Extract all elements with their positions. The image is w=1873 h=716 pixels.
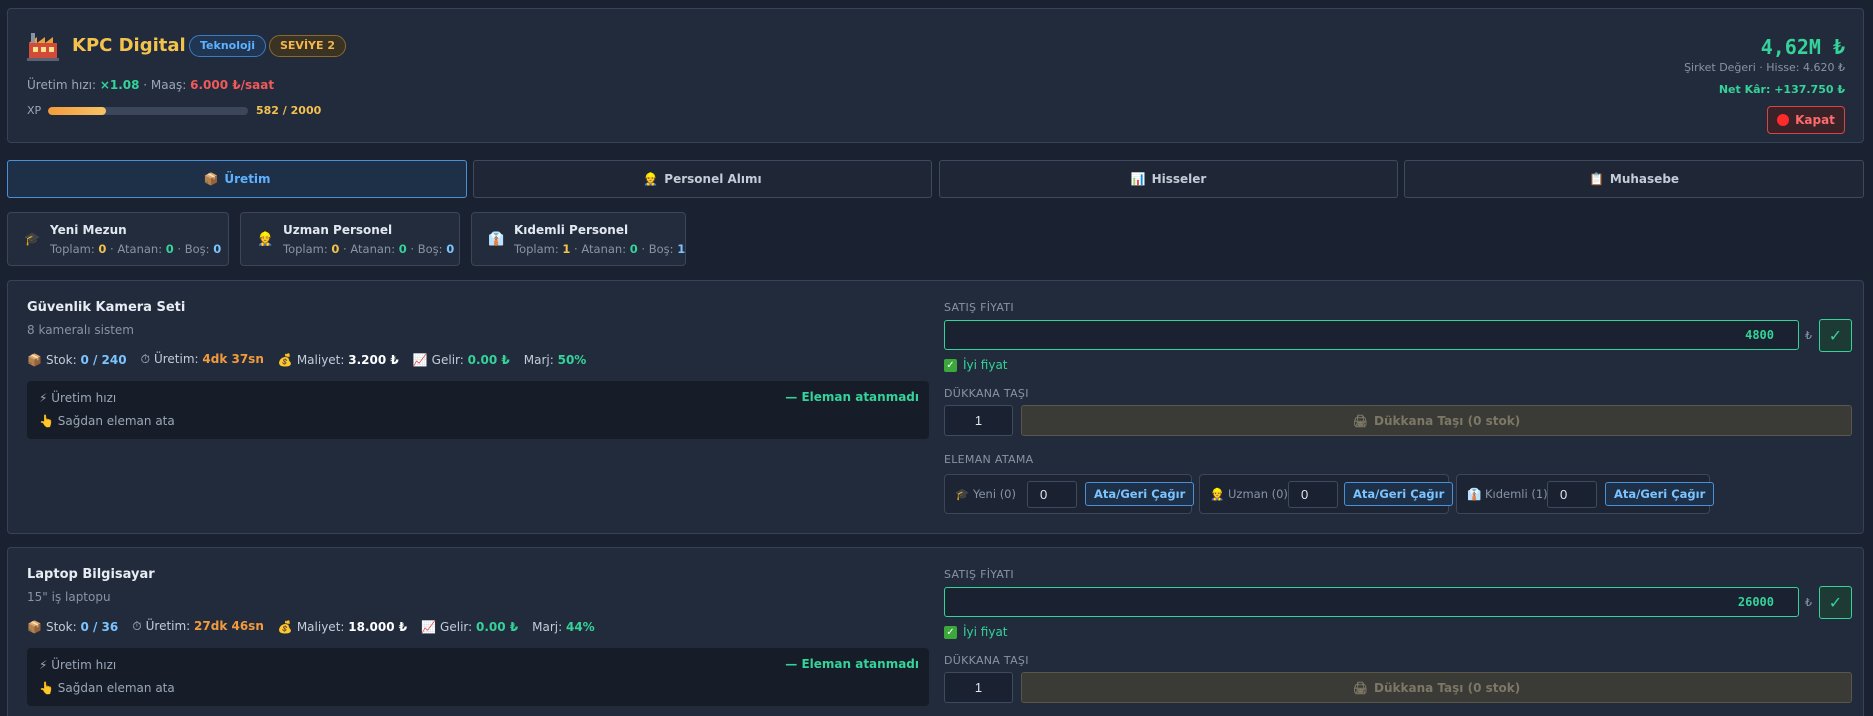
pointing-hand-icon: 👆	[39, 414, 54, 428]
clipboard-icon: 📋	[1588, 172, 1604, 186]
tab-hiring[interactable]: 👷 Personel Alımı	[473, 160, 932, 198]
assign-senior: 👔 Kıdemli (1) Ata/Geri Çağır	[1456, 474, 1715, 514]
checkbox-icon: ✓	[944, 358, 957, 372]
pointing-hand-icon: 👆	[39, 681, 54, 695]
tab-accounting[interactable]: 📋 Muhasebe	[1404, 160, 1864, 198]
confirm-price-button[interactable]: ✓	[1819, 586, 1852, 619]
confirm-price-button[interactable]: ✓	[1819, 319, 1852, 352]
product-name: Laptop Bilgisayar	[27, 567, 155, 582]
personnel-card-senior: 👔 Kıdemli Personel Toplam: 1 · Atanan: 0…	[471, 212, 686, 266]
move-to-shop-button[interactable]: 🖨 Dükkana Taşı (0 stok)	[1021, 672, 1852, 703]
no-staff-status: — Eleman atanmadı	[785, 390, 919, 404]
timer-icon: ⏱	[132, 619, 142, 633]
trend-icon: 📈	[421, 619, 437, 634]
company-value: 4,62M ₺	[1760, 35, 1845, 59]
net-profit: Net Kâr: +137.750 ₺	[1718, 83, 1845, 96]
move-quantity-input[interactable]	[944, 405, 1013, 436]
worker-icon: 👷	[257, 232, 274, 247]
assign-senior-button[interactable]: Ata/Geri Çağır	[1605, 482, 1715, 506]
graduation-cap-icon: 🎓	[955, 487, 970, 501]
xp-value: 582 / 2000	[256, 104, 322, 117]
personnel-card-expert: 👷 Uzman Personel Toplam: 0 · Atanan: 0 ·…	[240, 212, 460, 266]
assign-expert-input[interactable]	[1288, 481, 1338, 508]
move-to-shop-label: DÜKKANA TAŞI	[944, 387, 1029, 400]
package-icon: 📦	[203, 172, 219, 186]
personnel-stats: Toplam: 0 · Atanan: 0 · Boş: 0	[283, 242, 455, 256]
personnel-name: Yeni Mezun	[50, 223, 127, 237]
production-speed-value: ×1.08	[99, 78, 140, 92]
sale-price-label: SATIŞ FİYATI	[944, 301, 1014, 314]
assign-expert: 👷 Uzman (0) Ata/Geri Çağır	[1199, 474, 1454, 514]
sector-badge: Teknoloji	[189, 35, 267, 57]
good-price-indicator: ✓ İyi fiyat	[944, 358, 1008, 372]
product-description: 15" iş laptopu	[27, 590, 111, 604]
money-bag-icon: 💰	[277, 352, 293, 367]
product-card: Güvenlik Kamera Seti 8 kameralı sistem 📦…	[7, 280, 1864, 534]
personnel-name: Kıdemli Personel	[514, 223, 629, 237]
box-icon: 📦	[27, 352, 42, 367]
chart-icon: 📊	[1130, 172, 1146, 186]
xp-progress-fill	[48, 107, 107, 115]
worker-icon: 👷	[1210, 487, 1225, 501]
product-description: 8 kameralı sistem	[27, 323, 134, 337]
box-icon: 📦	[27, 619, 42, 634]
assign-expert-button[interactable]: Ata/Geri Çağır	[1344, 482, 1454, 506]
assign-new-button[interactable]: Ata/Geri Çağır	[1085, 482, 1195, 506]
personnel-stats: Toplam: 1 · Atanan: 0 · Boş: 1	[514, 242, 686, 256]
company-header: KPC Digital Teknoloji SEVİYE 2 Üretim hı…	[7, 8, 1864, 143]
move-to-shop-label: DÜKKANA TAŞI	[944, 654, 1029, 667]
staff-assign-label: ELEMAN ATAMA	[944, 453, 1034, 466]
production-speed-box: ⚡ Üretim hızı 👆 Sağdan eleman ata — Elem…	[27, 648, 929, 706]
assign-senior-input[interactable]	[1547, 481, 1597, 508]
no-staff-status: — Eleman atanmadı	[785, 657, 919, 671]
worker-icon: 👷	[643, 172, 659, 186]
good-price-indicator: ✓ İyi fiyat	[944, 625, 1008, 639]
assign-new-graduate: 🎓 Yeni (0) Ata/Geri Çağır	[944, 474, 1195, 514]
product-stats: 📦 Stok: 0 / 36 ⏱ Üretim: 27dk 46sn 💰 Maliye…	[27, 619, 595, 634]
product-stats: 📦 Stok: 0 / 240 ⏱ Üretim: 4dk 37sn 💰 Maliye…	[27, 352, 587, 367]
product-card: Laptop Bilgisayar 15" iş laptopu 📦 Stok: …	[7, 547, 1864, 716]
company-name: KPC Digital	[72, 35, 186, 56]
red-circle-icon	[1777, 114, 1790, 126]
lightning-icon: ⚡	[39, 658, 48, 672]
level-badge: SEVİYE 2	[269, 35, 347, 57]
tab-production[interactable]: 📦 Üretim	[7, 160, 467, 198]
money-bag-icon: 💰	[277, 619, 293, 634]
company-stats: Üretim hızı: ×1.08 · Maaş: 6.000 ₺/saat	[27, 78, 275, 92]
personnel-stats: Toplam: 0 · Atanan: 0 · Boş: 0	[50, 242, 222, 256]
factory-icon	[27, 33, 59, 61]
suit-icon: 👔	[488, 232, 505, 247]
personnel-name: Uzman Personel	[283, 223, 393, 237]
xp-progress-bar	[48, 107, 248, 115]
currency-symbol: ₺	[1805, 596, 1812, 609]
sale-price-input[interactable]	[944, 587, 1799, 617]
graduation-cap-icon: 🎓	[24, 232, 41, 247]
xp-label: XP	[27, 104, 42, 117]
timer-icon: ⏱	[140, 352, 150, 366]
lightning-icon: ⚡	[39, 391, 48, 405]
personnel-card-new-graduate: 🎓 Yeni Mezun Toplam: 0 · Atanan: 0 · Boş…	[7, 212, 229, 266]
printer-icon: 🖨	[1352, 413, 1369, 428]
printer-icon: 🖨	[1352, 680, 1369, 695]
sale-price-input[interactable]	[944, 320, 1799, 350]
suit-icon: 👔	[1467, 487, 1482, 501]
assign-new-input[interactable]	[1027, 481, 1077, 508]
close-company-button[interactable]: Kapat	[1767, 106, 1845, 134]
move-to-shop-button[interactable]: 🖨 Dükkana Taşı (0 stok)	[1021, 405, 1852, 436]
checkbox-icon: ✓	[944, 625, 957, 639]
company-value-details: Şirket Değeri · Hisse: 4.620 ₺	[1684, 61, 1845, 74]
sale-price-label: SATIŞ FİYATI	[944, 568, 1014, 581]
production-speed-box: ⚡ Üretim hızı 👆 Sağdan eleman ata — Elem…	[27, 381, 929, 439]
currency-symbol: ₺	[1805, 329, 1812, 342]
salary-value: 6.000 ₺/saat	[190, 78, 275, 92]
tab-shares[interactable]: 📊 Hisseler	[939, 160, 1398, 198]
move-quantity-input[interactable]	[944, 672, 1013, 703]
product-name: Güvenlik Kamera Seti	[27, 300, 186, 315]
trend-icon: 📈	[412, 352, 428, 367]
